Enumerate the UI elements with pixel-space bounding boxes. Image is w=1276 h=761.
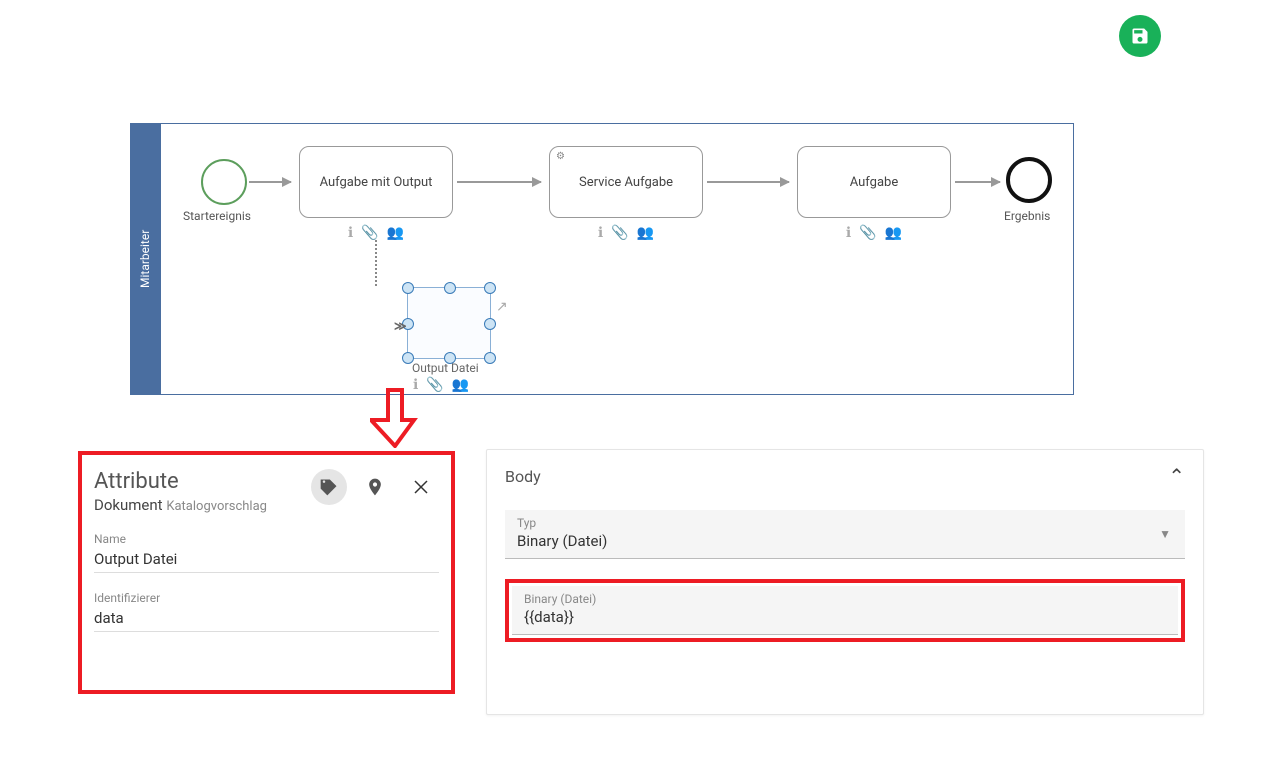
- swimlane-label: Mitarbeiter: [130, 123, 160, 395]
- flow-arrow: [707, 181, 789, 183]
- swimlane-body[interactable]: Startereignis Aufgabe mit Output ℹ📎👥 Ser…: [160, 123, 1074, 395]
- task-icons: ℹ📎👥: [598, 225, 654, 241]
- task-icons: ℹ📎👥: [846, 225, 902, 241]
- type-label: Typ: [517, 516, 1173, 530]
- annotation-arrow-icon: [370, 388, 420, 452]
- close-icon[interactable]: [403, 469, 439, 505]
- end-event[interactable]: [1006, 157, 1052, 203]
- task-label: Aufgabe: [850, 175, 899, 190]
- arrow-marker-icon: ≫: [394, 319, 407, 333]
- save-button[interactable]: [1119, 15, 1161, 57]
- chevron-up-icon[interactable]: ⌃: [1168, 464, 1185, 488]
- chevron-down-icon: ▼: [1159, 527, 1171, 541]
- task-aufgabe[interactable]: Aufgabe ℹ📎👥: [797, 146, 951, 218]
- start-event-label: Startereignis: [183, 209, 251, 223]
- flow-arrow: [955, 181, 1000, 183]
- task-icons: ℹ📎👥: [348, 225, 404, 241]
- data-object-icons: ℹ📎👥: [413, 377, 469, 393]
- type-select[interactable]: Typ Binary (Datei) ▼: [505, 510, 1185, 559]
- start-event[interactable]: [201, 159, 247, 205]
- binary-field[interactable]: Binary (Datei) {{data}}: [512, 586, 1178, 635]
- data-object-label: Output Datei: [412, 361, 479, 375]
- bpmn-diagram: Mitarbeiter Startereignis Aufgabe mit Ou…: [130, 123, 1074, 395]
- task-aufgabe-mit-output[interactable]: Aufgabe mit Output ℹ📎👥: [299, 146, 453, 218]
- attributes-panel: Attribute Dokument Katalogvorschlag Name…: [78, 451, 455, 694]
- identifier-field[interactable]: data: [94, 605, 439, 632]
- end-event-label: Ergebnis: [1004, 209, 1050, 223]
- flow-arrow: [249, 181, 291, 183]
- trend-icon: ↗: [496, 299, 508, 315]
- body-title: Body: [505, 467, 541, 486]
- type-value: Binary (Datei): [517, 532, 1173, 550]
- attributes-subtitle-light: Katalogvorschlag: [166, 499, 267, 514]
- name-label: Name: [94, 532, 439, 546]
- task-label: Service Aufgabe: [579, 175, 673, 190]
- task-label: Aufgabe mit Output: [320, 175, 433, 190]
- binary-field-highlight: Binary (Datei) {{data}}: [505, 579, 1185, 642]
- tag-icon[interactable]: [311, 469, 347, 505]
- data-object-output-datei[interactable]: [407, 287, 491, 359]
- data-association: [375, 240, 377, 286]
- identifier-label: Identifizierer: [94, 591, 439, 605]
- attributes-subtitle-main: Dokument: [94, 496, 163, 514]
- binary-value: {{data}}: [524, 608, 1166, 626]
- flow-arrow: [457, 181, 541, 183]
- attributes-title: Attribute: [94, 469, 267, 494]
- task-service-aufgabe[interactable]: Service Aufgabe ℹ📎👥: [549, 146, 703, 218]
- name-field[interactable]: Output Datei: [94, 546, 439, 573]
- location-icon[interactable]: [357, 469, 393, 505]
- binary-label: Binary (Datei): [524, 592, 1166, 606]
- body-panel: Body ⌃ Typ Binary (Datei) ▼ Binary (Date…: [486, 449, 1204, 715]
